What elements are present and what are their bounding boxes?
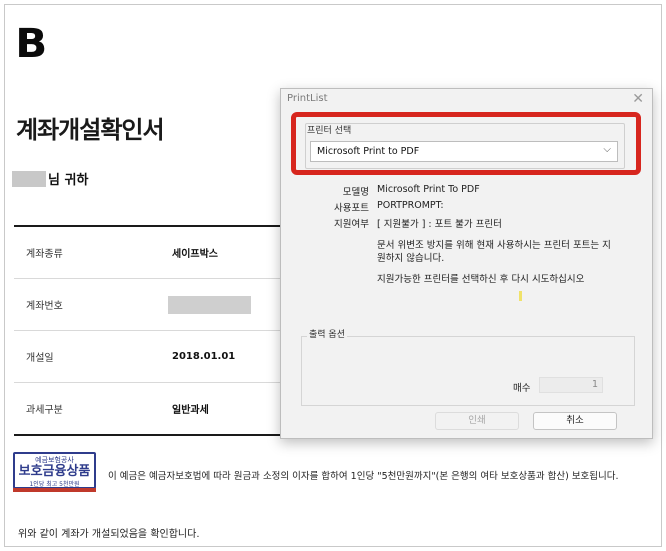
addressee-suffix: 님 귀하 bbox=[48, 173, 89, 188]
account-info-table: 계좌종류 세이프박스 계좌번호 개설일 2018.01.01 과세구분 일반과세 bbox=[14, 225, 286, 436]
red-highlight-box bbox=[291, 112, 641, 175]
printlist-dialog: PrintList ✕ 프린터 선택 Microsoft Print to PD… bbox=[280, 88, 653, 439]
row-value: 2018.01.01 bbox=[172, 351, 236, 362]
table-row: 계좌번호 bbox=[14, 279, 286, 331]
row-label: 과세구분 bbox=[26, 405, 63, 416]
output-options-group bbox=[301, 336, 635, 406]
output-options-label: 출력 옵션 bbox=[307, 327, 347, 340]
copies-label: 매수 bbox=[513, 383, 531, 394]
table-row: 개설일 2018.01.01 bbox=[14, 331, 286, 383]
copies-input[interactable]: 1 bbox=[539, 377, 603, 393]
row-label: 개설일 bbox=[26, 353, 54, 364]
retry-message: 지원가능한 프린터를 선택하신 후 다시 시도하십시오 bbox=[377, 274, 585, 285]
row-label: 계좌번호 bbox=[26, 301, 63, 312]
confirmation-text: 위와 같이 계좌가 개설되었음을 확인합니다. bbox=[18, 529, 200, 540]
port-warning-message: 문서 위변조 방지를 위해 현재 사용하시는 프린터 포트는 지원하지 않습니다… bbox=[377, 240, 611, 264]
page-title: 계좌개설확인서 bbox=[16, 116, 165, 144]
dialog-title: PrintList bbox=[287, 93, 328, 104]
redacted-account-number bbox=[168, 295, 251, 314]
redacted-name bbox=[12, 170, 46, 187]
row-value: 일반과세 bbox=[172, 405, 209, 416]
seal-line3: 1인당 최고 5천만원 bbox=[29, 481, 80, 488]
seal-stripe bbox=[13, 488, 96, 492]
row-value: 세이프박스 bbox=[172, 249, 218, 260]
print-button[interactable]: 인쇄 bbox=[435, 412, 519, 430]
bank-logo: B bbox=[15, 21, 47, 67]
port-label: 사용포트 bbox=[334, 203, 369, 214]
model-value: Microsoft Print To PDF bbox=[377, 184, 480, 195]
support-value: [ 지원불가 ] : 포트 불가 프린터 bbox=[377, 219, 502, 230]
close-icon[interactable]: ✕ bbox=[632, 91, 644, 107]
support-label: 지원여부 bbox=[334, 219, 369, 230]
text-cursor-mark bbox=[519, 291, 522, 301]
model-label: 모델명 bbox=[342, 187, 369, 198]
cancel-button[interactable]: 취소 bbox=[533, 412, 617, 430]
row-label: 계좌종류 bbox=[26, 249, 63, 260]
table-row: 과세구분 일반과세 bbox=[14, 383, 286, 436]
protection-notice: 이 예금은 예금자보호법에 따라 원금과 소정의 이자를 합하여 1인당 "5천… bbox=[108, 471, 619, 482]
seal-line2: 보호금융상품 bbox=[18, 464, 91, 479]
port-value: PORTPROMPT: bbox=[377, 200, 444, 211]
table-row: 계좌종류 세이프박스 bbox=[14, 227, 286, 279]
addressee: 님 귀하 bbox=[12, 169, 88, 188]
deposit-protection-seal: 예금보험공사 보호금융상품 1인당 최고 5천만원 bbox=[13, 452, 96, 492]
